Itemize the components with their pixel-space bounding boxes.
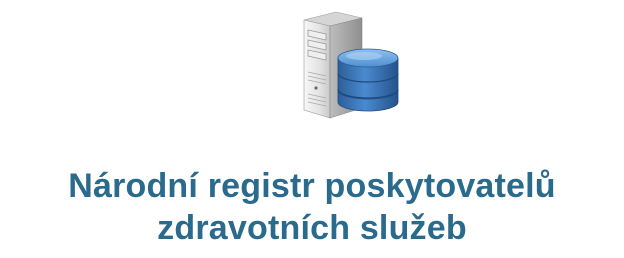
registry-title-line2: zdravotních služeb — [157, 209, 467, 247]
registry-title: Národní registr poskytovatelů zdravotníc… — [0, 165, 624, 249]
registry-tile[interactable]: Národní registr poskytovatelů zdravotníc… — [0, 0, 624, 258]
registry-title-line1: Národní registr poskytovatelů — [68, 167, 556, 205]
server-database-icon — [284, 10, 404, 122]
